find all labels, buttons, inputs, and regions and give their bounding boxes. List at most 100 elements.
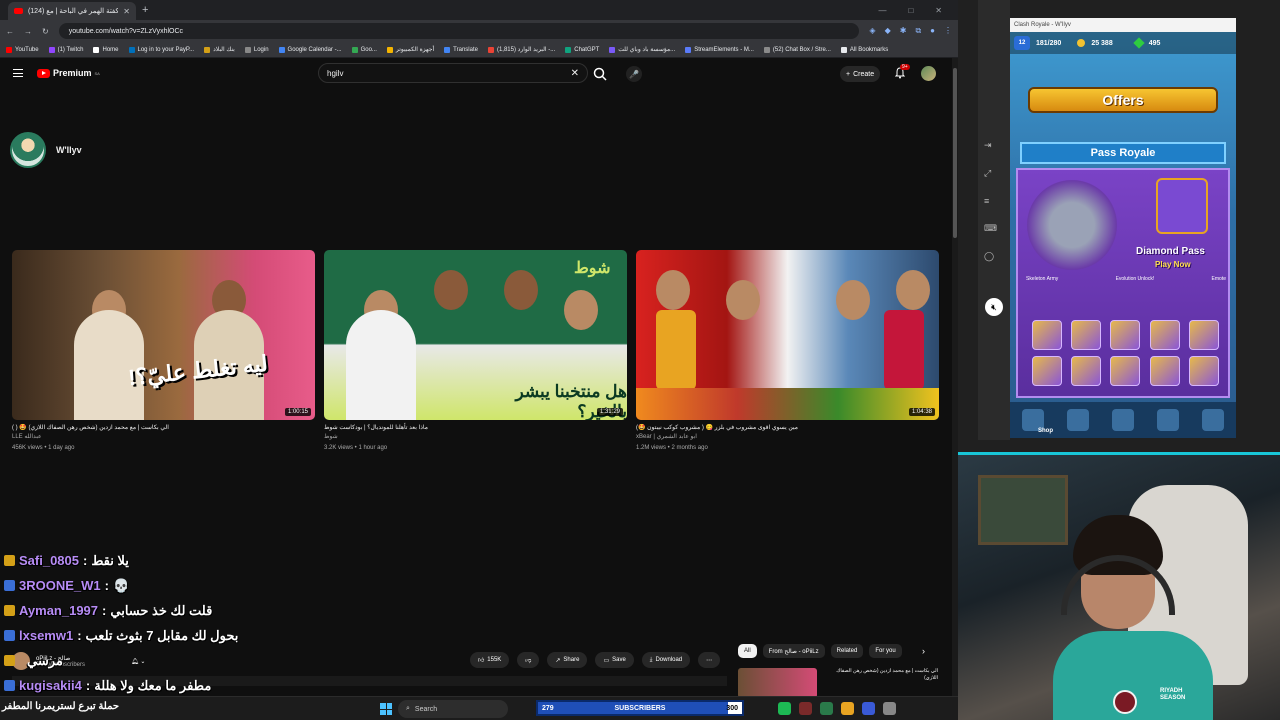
battle-swords-icon[interactable]	[1111, 409, 1134, 431]
taskbar-search[interactable]: ⌕ Search	[398, 700, 508, 718]
hamburger-menu-icon[interactable]	[13, 69, 23, 77]
save-button[interactable]: ▭ Save	[595, 652, 634, 668]
pass-royale-banner[interactable]: Pass Royale	[1020, 142, 1226, 164]
cards-icon[interactable]	[1066, 409, 1089, 431]
video-thumbnail[interactable]: ليه تغلط عليّ؟! 1:00:15	[12, 250, 315, 420]
more-actions-button[interactable]: ⋯	[698, 652, 721, 668]
reward-icon[interactable]	[1071, 356, 1102, 386]
search-input[interactable]: hgilv ✕	[318, 63, 588, 83]
expand-icon[interactable]: ⤢	[984, 168, 997, 179]
bookmark-item[interactable]: Translate	[444, 46, 478, 53]
url-field[interactable]: youtube.com/watch?v=ZLzVyxhlOCc	[58, 23, 860, 39]
scrollbar-thumb[interactable]	[953, 68, 957, 238]
settings-sliders-icon[interactable]: ≡	[984, 196, 997, 206]
bookmark-item[interactable]: StreamElements - M...	[685, 46, 754, 53]
channel-header[interactable]: W'Ilyv	[10, 132, 82, 168]
app-icon[interactable]	[799, 702, 812, 715]
video-card[interactable]: ليه تغلط عليّ؟! 1:00:15 الي بكاست | مع م…	[12, 250, 315, 454]
chrome-icon[interactable]	[841, 702, 854, 715]
video-channel[interactable]: شوط	[324, 433, 627, 442]
video-thumbnail[interactable]: شوط هل منتخبنا يبشر بالخير؟ 1:31:29	[324, 250, 627, 420]
bookmark-item[interactable]: All Bookmarks	[840, 46, 888, 53]
play-now-label[interactable]: Play Now	[1155, 260, 1191, 269]
filter-chip[interactable]: All	[738, 644, 757, 658]
events-icon[interactable]	[1202, 409, 1225, 431]
offers-button[interactable]: Offers	[1028, 87, 1218, 113]
settings-icon[interactable]	[883, 702, 896, 715]
reward-icon[interactable]	[1149, 320, 1180, 350]
bookmark-item[interactable]: (52) Chat Box / Stre...	[763, 46, 831, 53]
close-window-icon[interactable]: ✕	[935, 6, 942, 15]
channel-name[interactable]: W'Ilyv	[56, 145, 82, 155]
clear-search-icon[interactable]: ✕	[571, 68, 579, 79]
related-video[interactable]: الي بكاست | مع محمد ازدين (شخص رهن الصفا…	[738, 668, 938, 698]
close-tab-icon[interactable]: ✕	[123, 7, 130, 16]
mute-icon[interactable]: 🔇︎	[985, 298, 1003, 316]
bookmark-item[interactable]: Home	[93, 46, 119, 53]
maximize-icon[interactable]: □	[908, 6, 913, 15]
like-button[interactable]: 👍︎ 155K	[470, 652, 510, 668]
filter-chip[interactable]: For you	[869, 644, 902, 658]
bookmark-item[interactable]: (1,815) البريد الوارد -...	[487, 46, 555, 53]
microphone-icon[interactable]: 🎤	[626, 66, 642, 82]
menu-dots-icon[interactable]: ⋮	[944, 26, 952, 36]
video-card[interactable]: 1:04:38 مين يسوي اقوى مشروب في بلزر 😋 ( …	[636, 250, 939, 454]
back-icon[interactable]: ←	[6, 27, 14, 36]
bookmark-item[interactable]: Log in to your PayP...	[128, 46, 194, 53]
video-thumbnail[interactable]: 1:04:38	[636, 250, 939, 420]
youtube-logo[interactable]: Premium SA	[37, 68, 100, 78]
search-icon[interactable]	[592, 66, 608, 82]
share-button[interactable]: ↗ Share	[547, 652, 588, 668]
reward-icon[interactable]	[1032, 320, 1062, 350]
video-card[interactable]: شوط هل منتخبنا يبشر بالخير؟ 1:31:29 ماذا…	[324, 250, 627, 454]
excel-icon[interactable]	[820, 702, 833, 715]
bookmark-item[interactable]: بنك البلاد	[204, 46, 235, 53]
spotify-icon[interactable]	[778, 702, 791, 715]
reward-icon[interactable]	[1188, 320, 1219, 350]
bookmark-item[interactable]: Google Calendar -...	[278, 46, 342, 53]
app-icon[interactable]	[862, 702, 875, 715]
pass-royale-panel[interactable]: Diamond Pass Play Now Skeleton Army Evolu…	[1016, 168, 1230, 398]
bookmark-item[interactable]: Goo...	[351, 46, 377, 53]
account-avatar[interactable]	[921, 66, 936, 81]
reward-icon[interactable]	[1071, 320, 1102, 350]
browser-tab[interactable]: (124) كفتة الهمر في الباحة | مع ✕	[8, 2, 136, 20]
channel-avatar[interactable]	[10, 132, 46, 168]
filter-chip[interactable]: Related	[830, 644, 864, 658]
reward-icon[interactable]	[1110, 356, 1141, 386]
related-title[interactable]: الي بكاست | مع محمد ازدين (شخص رهن الصفا…	[823, 668, 938, 698]
bookmark-item[interactable]: YouTube	[6, 46, 39, 53]
clan-icon[interactable]	[1157, 409, 1180, 431]
extension-icon[interactable]: ◈	[869, 26, 875, 36]
profile-icon[interactable]: ●	[930, 26, 935, 36]
video-title[interactable]: ماذا بعد تأهلنا للمونديال؟ | بودكاست شوط	[324, 424, 627, 433]
windows-start-icon[interactable]	[380, 703, 392, 715]
puzzle-icon[interactable]: ⧉	[915, 26, 921, 36]
bookmark-item[interactable]: (1) Twitch	[48, 46, 83, 53]
bookmark-item[interactable]: ChatGPT	[565, 46, 599, 53]
keyboard-icon[interactable]: ⌨	[984, 223, 997, 234]
video-title[interactable]: مين يسوي اقوى مشروب في بلزر 😋 ( مشروب كو…	[636, 424, 939, 433]
chat-icon[interactable]: ◯	[984, 251, 997, 262]
create-button[interactable]: + Create	[840, 66, 881, 82]
reward-icon[interactable]	[1149, 356, 1180, 386]
extension-icon[interactable]: ◆	[885, 26, 891, 36]
bookmark-item[interactable]: مؤسسة باد وباي للت...	[609, 46, 675, 53]
player-level[interactable]: 12	[1014, 36, 1030, 50]
reward-icon[interactable]	[1188, 356, 1219, 386]
video-channel[interactable]: xBear | ابو عابد الشمري	[636, 433, 939, 442]
bookmark-item[interactable]: Login	[244, 46, 269, 53]
download-button[interactable]: ⤓ Download	[641, 652, 691, 668]
filter-chip[interactable]: From صالح - oPiiLz	[762, 644, 825, 658]
video-title[interactable]: الي بكاست | مع محمد ازدين (شخص رهن الصفا…	[12, 424, 315, 433]
video-channel[interactable]: LLE عبدالله	[12, 433, 315, 442]
new-tab-button[interactable]: +	[142, 4, 148, 16]
minimize-icon[interactable]: —	[878, 6, 886, 15]
reload-icon[interactable]: ↻	[42, 27, 49, 36]
reward-icon[interactable]	[1110, 320, 1141, 350]
sign-in-icon[interactable]: ⇥	[984, 140, 997, 151]
reward-icon[interactable]	[1032, 356, 1062, 386]
forward-icon[interactable]: →	[24, 27, 32, 36]
dislike-button[interactable]: 👎︎	[517, 652, 540, 668]
related-thumbnail[interactable]	[738, 668, 817, 698]
